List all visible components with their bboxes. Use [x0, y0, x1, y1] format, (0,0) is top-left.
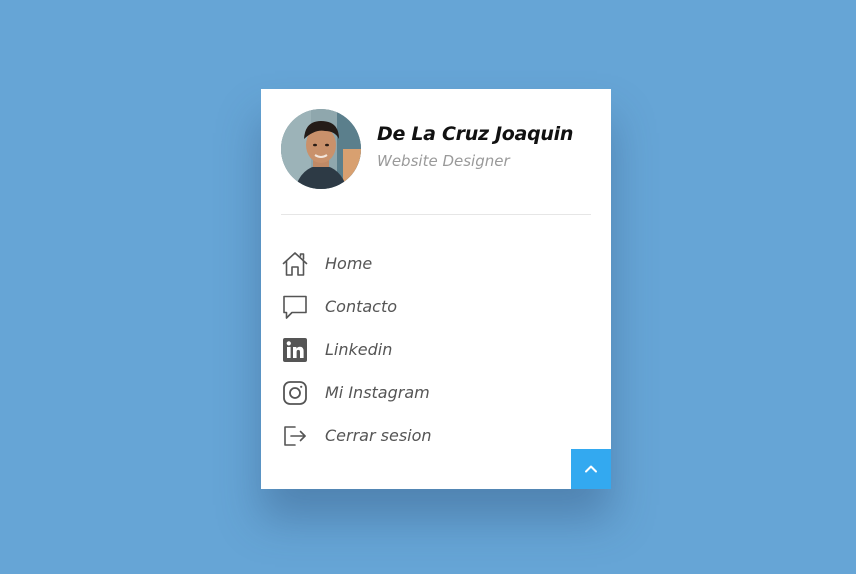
chevron-up-icon [585, 465, 597, 473]
menu-item-label: Contacto [325, 297, 398, 316]
nav-menu: Home Contacto Linkedin Mi Instagram Cerr… [281, 250, 591, 465]
home-icon [281, 250, 309, 278]
chat-icon [281, 293, 309, 321]
profile-name: De La Cruz Joaquin [377, 123, 574, 145]
linkedin-icon [281, 336, 309, 364]
menu-item-label: Home [325, 254, 373, 273]
instagram-icon [281, 379, 309, 407]
menu-item-label: Cerrar sesion [325, 426, 432, 445]
menu-item-instagram[interactable]: Mi Instagram [281, 379, 591, 422]
profile-card: De La Cruz Joaquin Website Designer Home… [261, 89, 611, 489]
menu-item-linkedin[interactable]: Linkedin [281, 336, 591, 379]
profile-header: De La Cruz Joaquin Website Designer [281, 109, 591, 189]
menu-item-label: Linkedin [325, 340, 393, 359]
menu-item-label: Mi Instagram [325, 383, 430, 402]
avatar [281, 109, 361, 189]
logout-icon [281, 422, 309, 450]
profile-role: Website Designer [377, 152, 510, 170]
divider [281, 214, 591, 215]
menu-item-cerrar-sesion[interactable]: Cerrar sesion [281, 422, 591, 465]
scroll-top-button[interactable] [571, 449, 611, 489]
menu-item-contacto[interactable]: Contacto [281, 293, 591, 336]
menu-item-home[interactable]: Home [281, 250, 591, 293]
